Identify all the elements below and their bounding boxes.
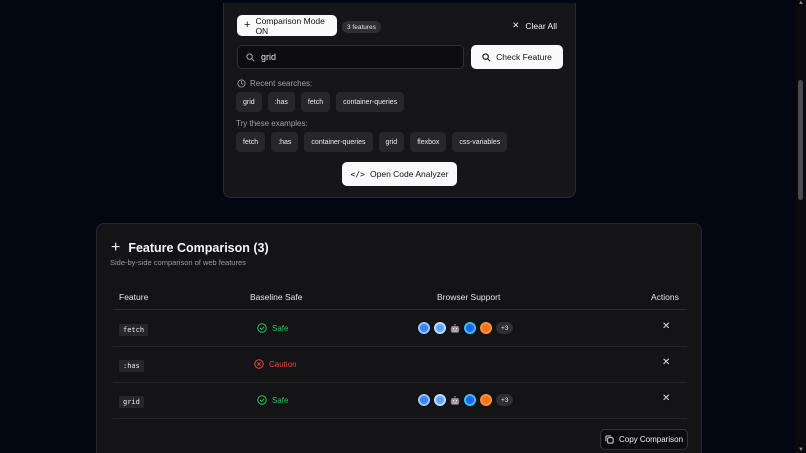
recent-searches-label: Recent searches: bbox=[237, 79, 312, 88]
copy-comparison-button[interactable]: Copy Comparison bbox=[600, 429, 688, 450]
example-chip-grid[interactable]: grid bbox=[378, 132, 405, 152]
recent-chip-container-queries[interactable]: container-queries bbox=[336, 92, 405, 112]
open-code-analyzer-label: Open Code Analyzer bbox=[370, 169, 449, 179]
header-feature: Feature bbox=[119, 292, 149, 302]
search-input[interactable]: grid bbox=[237, 45, 464, 69]
chrome-icon bbox=[434, 322, 446, 334]
feature-comparison-panel: + Feature Comparison (3) Side-by-side co… bbox=[96, 223, 702, 453]
scroll-up-icon[interactable]: ▲ bbox=[798, 0, 804, 6]
status-badge: Caution bbox=[254, 359, 297, 369]
scroll-down-icon[interactable]: ▼ bbox=[798, 447, 804, 453]
plus-icon: + bbox=[244, 19, 251, 31]
chrome-icon bbox=[434, 394, 446, 406]
check-circle-icon bbox=[257, 395, 267, 405]
more-browsers-badge: +3 bbox=[495, 394, 514, 406]
search-panel: + Comparison Mode ON 3 features ✕ Clear … bbox=[223, 3, 576, 198]
edge-icon bbox=[463, 394, 476, 406]
recent-chip-fetch[interactable]: fetch bbox=[300, 92, 331, 112]
recent-chip-has[interactable]: :has bbox=[267, 92, 295, 112]
examples-list: fetch :has container-queries grid flexbo… bbox=[236, 132, 508, 152]
header-support: Browser Support bbox=[437, 292, 501, 302]
comparison-mode-button[interactable]: + Comparison Mode ON bbox=[237, 15, 337, 36]
scroll-thumb[interactable] bbox=[798, 80, 803, 200]
status-badge: Safe bbox=[257, 395, 288, 405]
table-row: fetch Safe 🤖 +3 ✕ bbox=[113, 311, 687, 347]
header-baseline: Baseline Safe bbox=[250, 292, 303, 302]
table-row: grid Safe 🤖 +3 ✕ bbox=[113, 383, 687, 419]
firefox-icon bbox=[479, 394, 492, 406]
status-badge: Safe bbox=[257, 323, 288, 333]
clock-icon bbox=[237, 79, 246, 88]
table-row: :has Caution ✕ bbox=[113, 347, 687, 383]
examples-label: Try these examples: bbox=[236, 119, 308, 128]
comparison-title-text: Feature Comparison (3) bbox=[128, 241, 269, 255]
example-chip-container-queries[interactable]: container-queries bbox=[304, 132, 373, 152]
feature-code: :has bbox=[119, 360, 144, 372]
clear-all-label: Clear All bbox=[525, 20, 557, 31]
feature-code: grid bbox=[119, 396, 144, 408]
chrome-icon bbox=[418, 322, 430, 334]
check-circle-icon bbox=[257, 323, 267, 333]
remove-icon[interactable]: ✕ bbox=[662, 321, 670, 332]
comparison-title: + Feature Comparison (3) bbox=[111, 239, 269, 257]
example-chip-css-variables[interactable]: css-variables bbox=[452, 132, 508, 152]
firefox-icon bbox=[479, 322, 492, 334]
comparison-subtitle: Side-by-side comparison of web features bbox=[110, 258, 246, 267]
recent-searches-text: Recent searches: bbox=[250, 79, 313, 88]
search-icon bbox=[482, 52, 491, 61]
copy-icon bbox=[605, 435, 614, 444]
browser-support-icons: 🤖 +3 bbox=[418, 322, 514, 334]
features-count-badge: 3 features bbox=[342, 21, 381, 33]
comparison-mode-label: Comparison Mode ON bbox=[255, 15, 325, 36]
status-text: Safe bbox=[272, 395, 289, 405]
android-icon: 🤖 bbox=[450, 323, 460, 333]
close-icon: ✕ bbox=[512, 20, 520, 30]
header-actions: Actions bbox=[651, 292, 679, 302]
recent-searches-list: grid :has fetch container-queries bbox=[236, 92, 405, 112]
remove-icon[interactable]: ✕ bbox=[662, 357, 670, 368]
copy-comparison-label: Copy Comparison bbox=[618, 435, 684, 444]
example-chip-flexbox[interactable]: flexbox bbox=[410, 132, 447, 152]
browser-support-icons: 🤖 +3 bbox=[418, 394, 514, 406]
open-code-analyzer-button[interactable]: </> Open Code Analyzer bbox=[342, 162, 457, 186]
clear-all-button[interactable]: ✕ Clear All bbox=[512, 20, 557, 31]
code-icon: </> bbox=[350, 169, 365, 179]
example-chip-has[interactable]: :has bbox=[271, 132, 299, 152]
plus-icon: + bbox=[111, 239, 121, 256]
recent-chip-grid[interactable]: grid bbox=[236, 92, 262, 112]
more-browsers-badge: +3 bbox=[495, 322, 514, 334]
page-scrollbar[interactable]: ▲ ▼ bbox=[796, 0, 806, 453]
check-feature-button[interactable]: Check Feature bbox=[471, 45, 563, 69]
x-circle-icon bbox=[254, 359, 264, 369]
example-chip-fetch[interactable]: fetch bbox=[236, 132, 266, 152]
chrome-icon bbox=[418, 394, 430, 406]
search-value: grid bbox=[261, 52, 277, 62]
search-icon bbox=[246, 52, 255, 61]
edge-icon bbox=[463, 322, 476, 334]
check-feature-label: Check Feature bbox=[496, 52, 552, 62]
status-text: Caution bbox=[269, 359, 297, 369]
table-header: Feature Baseline Safe Browser Support Ac… bbox=[113, 288, 687, 310]
remove-icon[interactable]: ✕ bbox=[662, 393, 670, 404]
feature-code: fetch bbox=[119, 324, 149, 336]
android-icon: 🤖 bbox=[450, 395, 460, 405]
status-text: Safe bbox=[272, 323, 289, 333]
